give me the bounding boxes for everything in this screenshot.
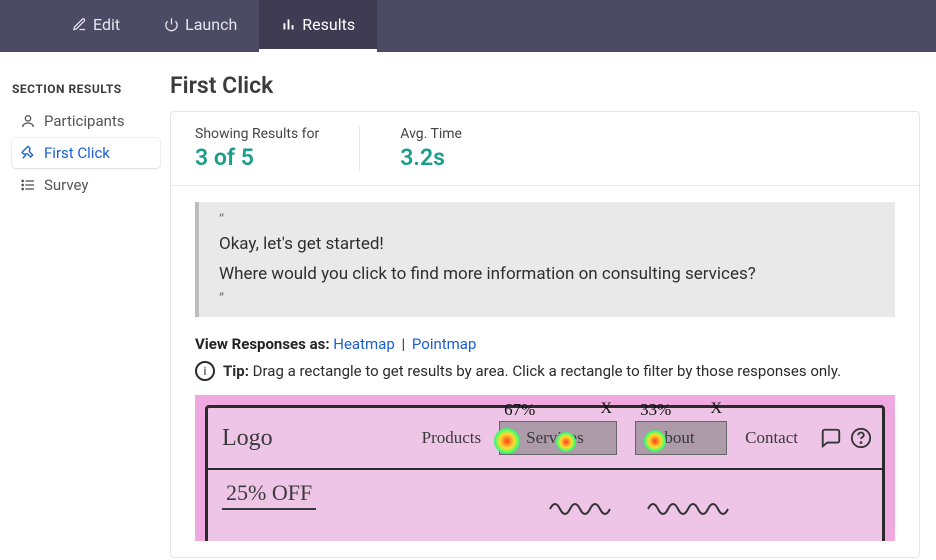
stat-label: Showing Results for [195,126,319,142]
nav-contact: Contact [745,428,798,448]
bars-icon [281,17,296,32]
tip-text: Drag a rectangle to get results by area.… [253,362,841,380]
results-card: Showing Results for 3 of 5 Avg. Time 3.2… [170,111,920,558]
tab-label: Launch [185,15,237,34]
wireframe-promo: 25% OFF [222,480,316,510]
stat-avg-time: Avg. Time 3.2s [400,126,502,171]
tip-label: Tip: [223,362,249,380]
power-icon [164,17,179,32]
close-icon[interactable]: X [711,400,723,418]
open-quote-icon: “ [219,212,875,228]
view-as-row: View Responses as: Heatmap | Pointmap [195,335,895,353]
close-icon[interactable]: X [601,400,613,418]
sidebar-item-label: First Click [44,144,110,162]
sidebar-item-participants[interactable]: Participants [12,106,160,136]
sidebar-item-label: Survey [44,176,89,194]
quote-line: Where would you click to find more infor… [219,262,875,288]
tab-label: Edit [93,15,120,34]
user-icon [20,113,36,129]
main: First Click Showing Results for 3 of 5 A… [170,52,936,560]
region-services[interactable]: 67% X Services [499,421,617,455]
page-title: First Click [170,72,920,99]
tab-launch[interactable]: Launch [142,0,259,52]
sidebar-heading: SECTION RESULTS [12,82,160,96]
info-icon: i [195,361,215,381]
stat-label: Avg. Time [400,126,462,142]
tab-edit[interactable]: Edit [50,0,142,52]
sidebar-item-first-click[interactable]: First Click [12,138,160,168]
comment-icon [820,427,842,449]
list-icon [20,177,36,193]
squiggle-decoration [548,494,768,524]
prompt-quote: “ Okay, let's get started! Where would y… [195,202,895,317]
sidebar-item-survey[interactable]: Survey [12,170,160,200]
wireframe-logo: Logo [218,425,273,452]
help-icon [850,427,872,449]
stat-value: 3.2s [400,144,462,171]
sidebar-item-label: Participants [44,112,125,130]
nav-services-label: Services [526,428,584,448]
heat-spot [494,428,520,454]
heatmap-canvas[interactable]: Logo Products 67% X Services 33% [195,395,895,541]
tab-results[interactable]: Results [259,0,377,52]
stat-showing: Showing Results for 3 of 5 [195,126,360,171]
close-quote-icon: ” [219,291,875,307]
separator: | [401,335,405,353]
stat-value: 3 of 5 [195,144,319,171]
tab-label: Results [302,15,355,34]
nav-about-label: About [652,428,695,448]
quote-line: Okay, let's get started! [219,232,875,258]
stats-row: Showing Results for 3 of 5 Avg. Time 3.2… [171,112,919,186]
tip-row: i Tip: Drag a rectangle to get results b… [195,361,895,381]
view-as-pointmap[interactable]: Pointmap [412,335,477,353]
view-as-label: View Responses as: [195,335,330,353]
nav-products: Products [422,428,482,448]
top-nav: Edit Launch Results [0,0,936,52]
region-about[interactable]: 33% X About [635,421,727,455]
region-percentage: 67% [504,400,535,420]
sidebar: SECTION RESULTS Participants First Click… [0,52,170,560]
region-percentage: 33% [640,400,671,420]
wireframe: Logo Products 67% X Services 33% [205,405,885,541]
pin-icon [20,145,36,161]
view-as-heatmap[interactable]: Heatmap [333,335,394,353]
edit-icon [72,17,87,32]
